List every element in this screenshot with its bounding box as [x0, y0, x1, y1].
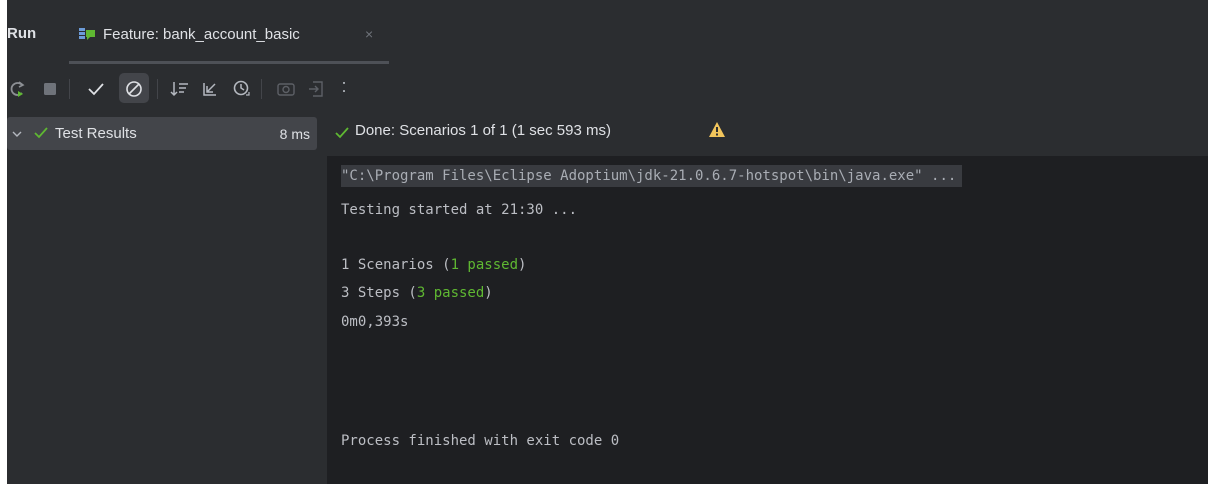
- console-steps-summary: 3 Steps (3 passed): [341, 282, 493, 304]
- run-tab-bar: Run Feature: bank_account_basic ×: [7, 8, 1208, 64]
- toolbar-divider: [69, 79, 70, 99]
- console-text: ): [518, 257, 527, 273]
- steps-passed-count: 3 passed: [416, 285, 485, 301]
- rerun-icon[interactable]: [7, 78, 29, 100]
- run-toolbar: :: [7, 64, 1208, 114]
- tree-item-duration: 8 ms: [279, 126, 310, 142]
- stop-icon[interactable]: [39, 78, 61, 100]
- console-scenarios-summary: 1 Scenarios (1 passed): [341, 254, 526, 276]
- tab-label: Feature: bank_account_basic: [103, 26, 300, 43]
- scenarios-passed-count: 1 passed: [450, 257, 519, 273]
- console-process-finished: Process finished with exit code 0: [341, 433, 620, 449]
- console-testing-started: Testing started at 21:30 ...: [341, 202, 578, 218]
- console-command-line: "C:\Program Files\Eclipse Adoptium\jdk-2…: [341, 165, 963, 187]
- status-text: Done: Scenarios 1 of 1 (1 sec 593 ms): [355, 122, 611, 139]
- collapse-icon[interactable]: [199, 78, 221, 100]
- more-icon[interactable]: :: [333, 76, 355, 98]
- console-text: 3 Steps (: [341, 285, 417, 301]
- run-window-title: Run: [7, 25, 37, 42]
- show-ignored-icon[interactable]: [123, 78, 145, 100]
- screenshot-icon[interactable]: [275, 78, 297, 100]
- history-icon[interactable]: [231, 78, 253, 100]
- sort-icon[interactable]: [169, 78, 191, 100]
- console-output[interactable]: "C:\Program Files\Eclipse Adoptium\jdk-2…: [327, 156, 1208, 484]
- test-results-tree: Test Results 8 ms: [7, 114, 327, 484]
- export-icon[interactable]: [305, 78, 327, 100]
- tab-feature-bank-account-basic[interactable]: Feature: bank_account_basic ×: [69, 8, 399, 64]
- chevron-down-icon[interactable]: [11, 127, 23, 139]
- passed-check-icon: [34, 126, 48, 140]
- tree-item-label: Test Results: [55, 125, 137, 142]
- show-passed-icon[interactable]: [85, 78, 107, 100]
- test-status-bar: Done: Scenarios 1 of 1 (1 sec 593 ms): [327, 114, 1208, 156]
- toolbar-divider: [157, 79, 158, 99]
- run-tool-window: Run Feature: bank_account_basic ×: Test…: [0, 0, 1218, 484]
- window-edge: [1208, 0, 1218, 484]
- tree-item-test-results[interactable]: Test Results 8 ms: [7, 117, 317, 150]
- passed-check-icon: [335, 126, 349, 140]
- console-text: 1 Scenarios (: [341, 257, 451, 273]
- console-text: ): [484, 285, 493, 301]
- console-duration: 0m0,393s: [341, 314, 409, 330]
- toolbar-divider: [261, 79, 262, 99]
- warning-icon[interactable]: [708, 121, 726, 138]
- window-edge: [0, 0, 7, 484]
- close-tab-icon[interactable]: ×: [365, 26, 373, 42]
- cucumber-feature-icon: [79, 27, 97, 41]
